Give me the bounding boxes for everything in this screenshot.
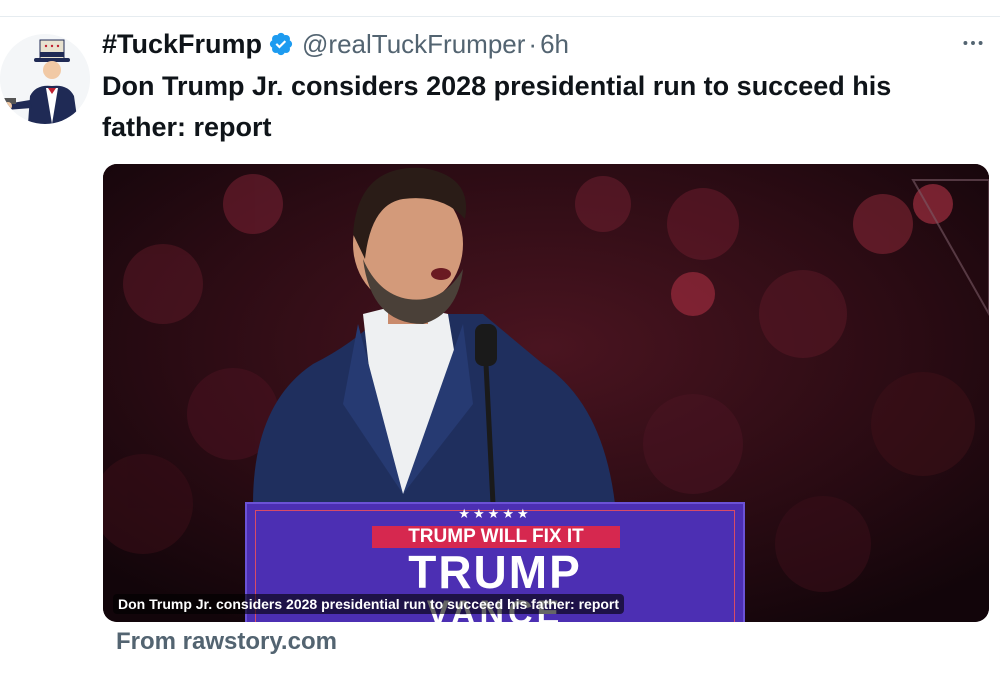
podium-name: TRUMP xyxy=(408,546,582,598)
timestamp[interactable]: 6h xyxy=(540,29,569,60)
more-horizontal-icon xyxy=(963,41,983,45)
verified-badge-icon xyxy=(269,32,293,56)
podium-stars: ★★★★★ xyxy=(458,506,532,521)
more-button[interactable] xyxy=(960,30,986,56)
podium-slogan: TRUMP WILL FIX IT xyxy=(372,526,620,548)
top-divider xyxy=(0,16,1000,17)
tweet-text: Don Trump Jr. considers 2028 presidentia… xyxy=(102,71,892,142)
display-name[interactable]: #TuckFrump xyxy=(102,29,262,60)
separator-dot: · xyxy=(528,28,538,59)
link-card-source[interactable]: From rawstory.com xyxy=(116,628,337,656)
user-handle[interactable]: @realTuckFrumper xyxy=(302,29,525,60)
uncle-sam-avatar-icon xyxy=(0,34,90,124)
tweet-header: #TuckFrump @realTuckFrumper · 6h xyxy=(102,26,569,62)
link-card-image[interactable]: ★★★★★ TRUMP WILL FIX IT TRUMP VANCE Don … xyxy=(103,164,989,622)
link-card-caption[interactable]: Don Trump Jr. considers 2028 presidentia… xyxy=(113,594,625,614)
avatar[interactable] xyxy=(0,34,90,124)
